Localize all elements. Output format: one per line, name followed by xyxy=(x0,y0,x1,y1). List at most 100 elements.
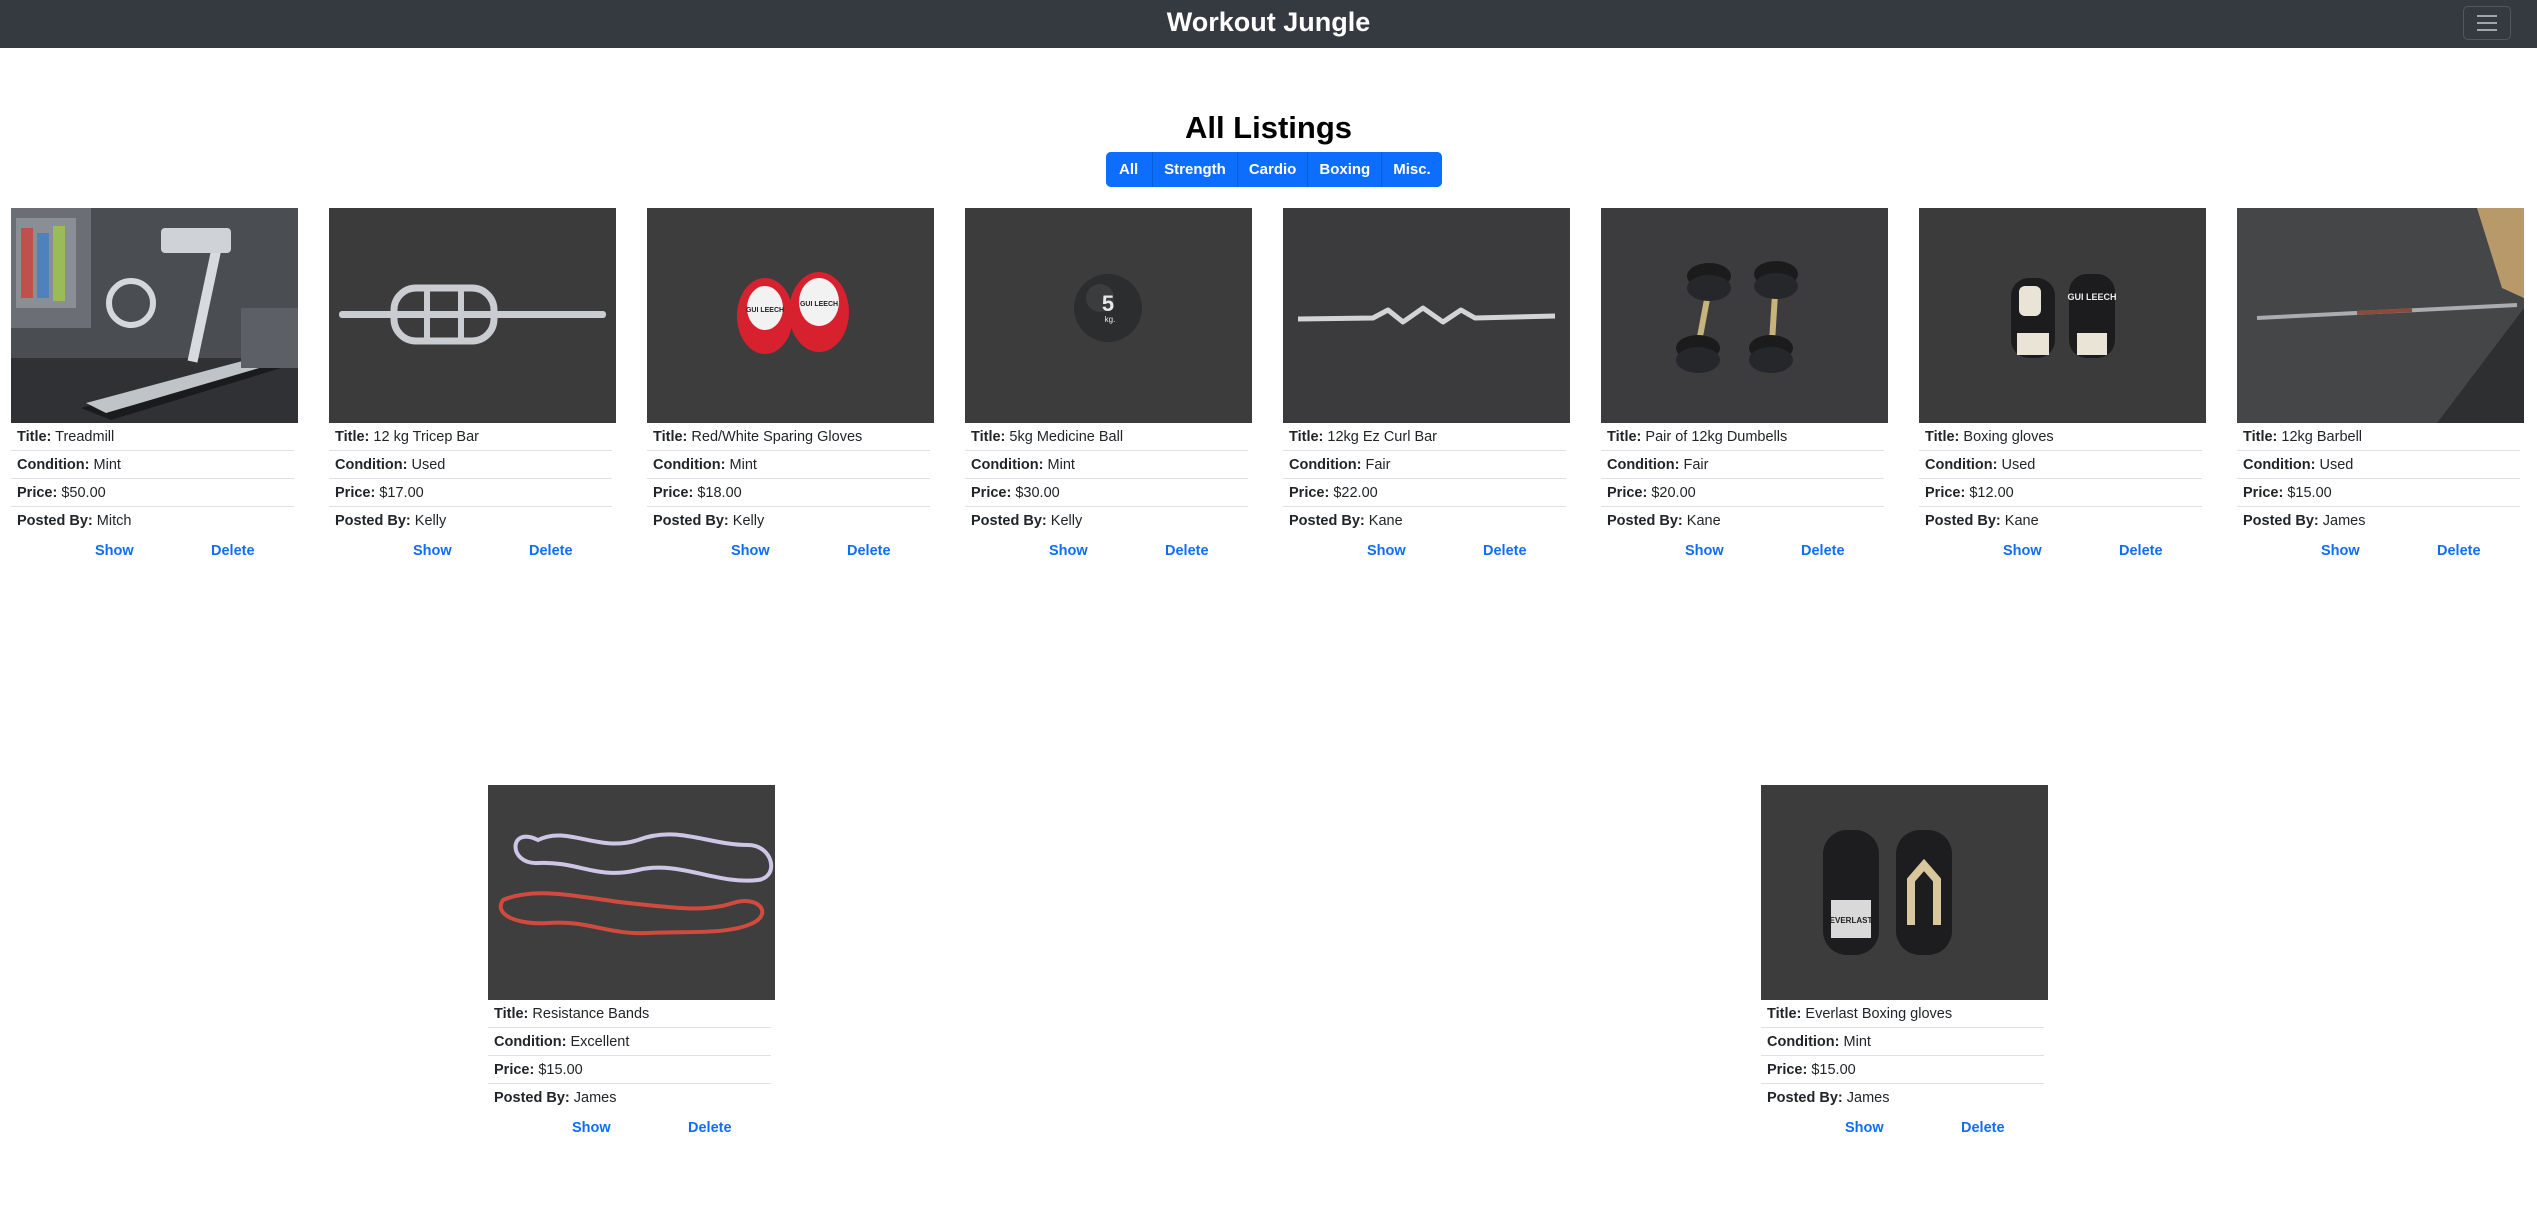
listing-card: 5 kg. Title: 5kg Medicine Ball Condition… xyxy=(965,208,1252,571)
listing-posted-by-row: Posted By: James xyxy=(2243,513,2366,529)
listing-title-row: Title: Boxing gloves xyxy=(1919,423,2202,451)
pads-brand-text: GUI LEECH xyxy=(746,307,784,314)
listing-title: Resistance Bands xyxy=(532,1006,650,1022)
listing-title-row: Title: Pair of 12kg Dumbells xyxy=(1601,423,1884,451)
listing-posted-by: Kelly xyxy=(1050,513,1083,529)
show-listing-link[interactable]: Show xyxy=(1049,543,1088,559)
show-listing-link[interactable]: Show xyxy=(2003,543,2042,559)
listing-price-row: Price: $17.00 xyxy=(329,479,612,507)
listing-price-row: Price: $15.00 xyxy=(1761,1056,2044,1084)
listing-image-ez-curl-bar xyxy=(1283,208,1570,423)
listing-title: Pair of 12kg Dumbells xyxy=(1645,429,1788,445)
listing-image-boxing-gloves: GUI LEECH xyxy=(1919,208,2206,423)
listing-posted-by: James xyxy=(1846,1090,1890,1106)
delete-listing-link[interactable]: Delete xyxy=(1801,543,1845,559)
filter-cardio-button[interactable]: Cardio xyxy=(1237,152,1309,187)
listing-title: Everlast Boxing gloves xyxy=(1805,1006,1953,1022)
listing-posted-by: Kelly xyxy=(414,513,447,529)
listing-card: Title: Resistance Bands Condition: Excel… xyxy=(488,785,775,1148)
listing-posted-by-row: Posted By: Kelly xyxy=(335,513,447,529)
listing-image-barbell xyxy=(2237,208,2524,423)
listing-image-treadmill xyxy=(11,208,298,423)
listing-condition: Used xyxy=(2319,457,2354,473)
delete-listing-link[interactable]: Delete xyxy=(529,543,573,559)
navbar: Workout Jungle xyxy=(0,0,2537,48)
brand-title[interactable]: Workout Jungle xyxy=(0,0,2537,48)
delete-listing-link[interactable]: Delete xyxy=(1961,1120,2005,1136)
listing-price-row: Price: $12.00 xyxy=(1919,479,2202,507)
listing-title: Treadmill xyxy=(55,429,115,445)
listing-posted-by: James xyxy=(573,1090,617,1106)
show-listing-link[interactable]: Show xyxy=(572,1120,611,1136)
listing-title: Boxing gloves xyxy=(1963,429,2054,445)
listing-condition: Mint xyxy=(1843,1034,1871,1050)
delete-listing-link[interactable]: Delete xyxy=(847,543,891,559)
listing-image-medicine-ball: 5 kg. xyxy=(965,208,1252,423)
listing-condition-row: Condition: Fair xyxy=(1283,451,1566,479)
listing-price-row: Price: $20.00 xyxy=(1601,479,1884,507)
page-title: All Listings xyxy=(1184,110,1353,145)
listing-condition-row: Condition: Mint xyxy=(1761,1028,2044,1056)
show-listing-link[interactable]: Show xyxy=(2321,543,2360,559)
show-listing-link[interactable]: Show xyxy=(731,543,770,559)
listing-price: $15.00 xyxy=(538,1062,583,1078)
listing-posted-by: Mitch xyxy=(96,513,132,529)
filter-misc-button[interactable]: Misc. xyxy=(1382,152,1442,187)
listing-title-row: Title: 12kg Barbell xyxy=(2237,423,2520,451)
delete-listing-link[interactable]: Delete xyxy=(1165,543,1209,559)
listing-title-row: Title: Resistance Bands xyxy=(488,1000,771,1028)
filter-all-button[interactable]: All xyxy=(1106,152,1154,187)
listing-posted-by-row: Posted By: Mitch xyxy=(17,513,132,529)
listing-image-tricep-bar xyxy=(329,208,616,423)
listing-price-row: Price: $18.00 xyxy=(647,479,930,507)
delete-listing-link[interactable]: Delete xyxy=(1483,543,1527,559)
delete-listing-link[interactable]: Delete xyxy=(688,1120,732,1136)
listing-posted-by-row: Posted By: James xyxy=(494,1090,617,1106)
listing-posted-by: Kane xyxy=(1368,513,1403,529)
show-listing-link[interactable]: Show xyxy=(95,543,134,559)
listing-title: 5kg Medicine Ball xyxy=(1009,429,1124,445)
listing-title-row: Title: 5kg Medicine Ball xyxy=(965,423,1248,451)
delete-listing-link[interactable]: Delete xyxy=(2119,543,2163,559)
filter-boxing-button[interactable]: Boxing xyxy=(1308,152,1383,187)
listing-price: $17.00 xyxy=(379,485,424,501)
listing-price: $50.00 xyxy=(61,485,106,501)
show-listing-link[interactable]: Show xyxy=(1845,1120,1884,1136)
listing-title-row: Title: Red/White Sparing Gloves xyxy=(647,423,930,451)
listing-image-dumbells xyxy=(1601,208,1888,423)
hamburger-menu-icon[interactable] xyxy=(2463,6,2511,40)
listing-title-row: Title: Everlast Boxing gloves xyxy=(1761,1000,2044,1028)
show-listing-link[interactable]: Show xyxy=(1685,543,1724,559)
listing-price-row: Price: $50.00 xyxy=(11,479,294,507)
listing-card: EVERLAST Title: Everlast Boxing gloves C… xyxy=(1761,785,2048,1148)
listing-price: $15.00 xyxy=(1811,1062,1856,1078)
listing-condition: Excellent xyxy=(570,1034,630,1050)
filter-strength-button[interactable]: Strength xyxy=(1153,152,1238,187)
listing-posted-by-row: Posted By: Kelly xyxy=(653,513,765,529)
listing-condition-row: Condition: Excellent xyxy=(488,1028,771,1056)
listing-image-sparring-gloves: GUI LEECH GUI LEECH xyxy=(647,208,934,423)
listing-condition: Used xyxy=(411,457,446,473)
delete-listing-link[interactable]: Delete xyxy=(2437,543,2481,559)
listing-condition-row: Condition: Fair xyxy=(1601,451,1884,479)
listing-condition: Used xyxy=(2001,457,2036,473)
listing-condition-row: Condition: Used xyxy=(1919,451,2202,479)
listing-card: Title: 12 kg Tricep Bar Condition: Used … xyxy=(329,208,616,571)
listing-posted-by: Kane xyxy=(1686,513,1721,529)
listing-price: $20.00 xyxy=(1651,485,1696,501)
listing-title-row: Title: 12 kg Tricep Bar xyxy=(329,423,612,451)
listing-posted-by-row: Posted By: Kane xyxy=(1925,513,2039,529)
everlast-brand-text: EVERLAST xyxy=(1830,916,1873,925)
gloves-brand-text: GUI LEECH xyxy=(2067,292,2116,302)
listing-condition: Mint xyxy=(1047,457,1075,473)
listing-price-row: Price: $15.00 xyxy=(488,1056,771,1084)
ball-weight-text: 5 xyxy=(1102,291,1114,316)
listing-price: $12.00 xyxy=(1969,485,2014,501)
listing-title: 12kg Ez Curl Bar xyxy=(1327,429,1438,445)
delete-listing-link[interactable]: Delete xyxy=(211,543,255,559)
show-listing-link[interactable]: Show xyxy=(1367,543,1406,559)
listing-card: Title: Pair of 12kg Dumbells Condition: … xyxy=(1601,208,1888,571)
listing-card: GUI LEECH GUI LEECH Title: Red/White Spa… xyxy=(647,208,934,571)
listing-condition: Mint xyxy=(93,457,121,473)
show-listing-link[interactable]: Show xyxy=(413,543,452,559)
